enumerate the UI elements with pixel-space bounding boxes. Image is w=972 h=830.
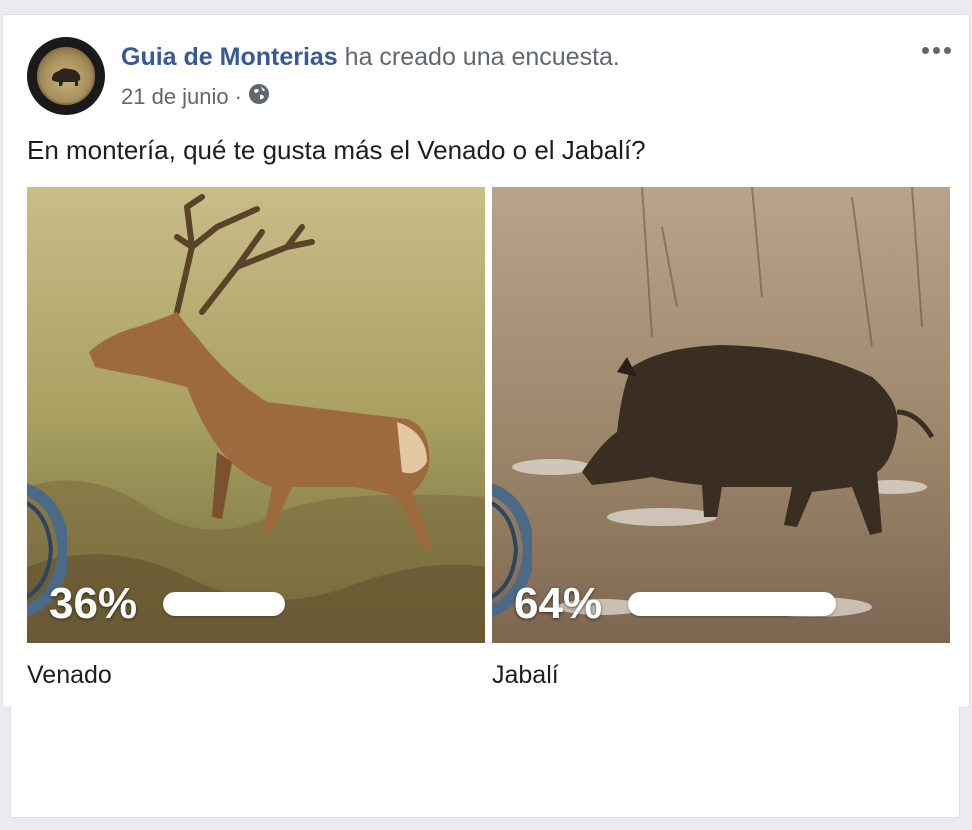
- more-options-button[interactable]: [918, 43, 955, 58]
- more-dot: [922, 47, 929, 54]
- result-bar: [163, 592, 285, 616]
- result-row: 36%: [27, 579, 485, 629]
- page-avatar[interactable]: [27, 37, 105, 115]
- post-action-text: ha creado una encuesta.: [344, 43, 620, 71]
- poll-option-jabali[interactable]: 64%: [492, 187, 950, 643]
- post-header: Guia de Monterias ha creado una encuesta…: [121, 43, 620, 72]
- post-footer: [10, 706, 960, 818]
- poll-option-venado[interactable]: 36%: [27, 187, 485, 643]
- percent-label: 36%: [49, 579, 138, 628]
- boar-logo-icon: [37, 47, 95, 105]
- result-row: 64%: [492, 579, 950, 629]
- meta-separator: ·: [234, 84, 242, 109]
- option-label-jabali[interactable]: Jabalí: [492, 661, 559, 690]
- more-dot: [944, 47, 951, 54]
- post-meta: 21 de junio ·: [121, 83, 270, 111]
- percent-label: 64%: [514, 579, 603, 628]
- globe-icon[interactable]: [248, 83, 270, 111]
- author-link[interactable]: Guia de Monterias: [121, 43, 338, 71]
- more-dot: [933, 47, 940, 54]
- result-bar: [628, 592, 836, 616]
- poll-question: En montería, qué te gusta más el Venado …: [27, 135, 646, 165]
- post-card: Guia de Monterias ha creado una encuesta…: [2, 14, 970, 708]
- deer-photo: [27, 187, 485, 643]
- post-date[interactable]: 21 de junio: [121, 84, 229, 110]
- boar-photo: [492, 187, 950, 643]
- option-label-venado[interactable]: Venado: [27, 661, 112, 690]
